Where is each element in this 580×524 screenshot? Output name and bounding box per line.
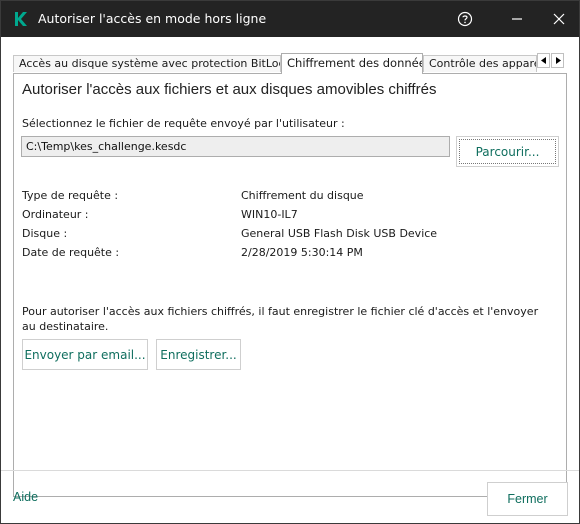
- dialog-window: Autoriser l'accès en mode hors ligne Acc…: [0, 0, 580, 524]
- dialog-footer: Aide Fermer: [1, 470, 579, 523]
- tab-data-encryption[interactable]: Chiffrement des données: [281, 53, 423, 74]
- request-file-path-input[interactable]: [21, 136, 450, 157]
- select-file-label: Sélectionnez le fichier de requête envoy…: [22, 117, 345, 130]
- info-label-disk: Disque :: [22, 227, 68, 240]
- minimize-icon: [512, 18, 522, 20]
- help-link[interactable]: Aide: [13, 490, 38, 504]
- triangle-left-icon: [540, 57, 546, 64]
- kaspersky-k-icon: [15, 12, 27, 26]
- close-window-button[interactable]: [539, 1, 579, 37]
- panel-heading: Autoriser l'accès aux fichiers et aux di…: [22, 81, 437, 98]
- tab-scroll-right-button[interactable]: [551, 53, 564, 68]
- minimize-button[interactable]: [497, 1, 537, 37]
- info-value-date: 2/28/2019 5:30:14 PM: [241, 246, 363, 259]
- title-bar: Autoriser l'accès en mode hors ligne: [1, 1, 579, 37]
- browse-button[interactable]: Parcourir...: [456, 136, 559, 167]
- help-button[interactable]: [445, 1, 485, 37]
- tab-bitlocker[interactable]: Accès au disque système avec protection …: [13, 55, 281, 72]
- instruction-note: Pour autoriser l'accès aux fichiers chif…: [22, 305, 539, 333]
- save-button[interactable]: Enregistrer...: [156, 339, 241, 370]
- info-value-disk: General USB Flash Disk USB Device: [241, 227, 438, 240]
- close-button[interactable]: Fermer: [487, 482, 568, 516]
- info-value-type: Chiffrement du disque: [241, 189, 364, 202]
- info-label-computer: Ordinateur :: [22, 208, 89, 221]
- dialog-content: Accès au disque système avec protection …: [1, 37, 579, 523]
- tab-scroll-left-button[interactable]: [537, 53, 550, 68]
- tab-strip: Accès au disque système avec protection …: [13, 53, 553, 74]
- info-label-type: Type de requête :: [22, 189, 119, 202]
- triangle-right-icon: [555, 57, 561, 64]
- tab-device-control[interactable]: Contrôle des apparei: [423, 55, 537, 72]
- close-icon: [553, 13, 565, 25]
- info-label-date: Date de requête :: [22, 246, 120, 259]
- info-value-computer: WIN10-IL7: [241, 208, 298, 221]
- help-circle-icon: [457, 11, 473, 27]
- tab-panel: Autoriser l'accès aux fichiers et aux di…: [13, 73, 567, 497]
- window-title: Autoriser l'accès en mode hors ligne: [38, 11, 267, 26]
- send-by-email-button[interactable]: Envoyer par email...: [22, 339, 148, 370]
